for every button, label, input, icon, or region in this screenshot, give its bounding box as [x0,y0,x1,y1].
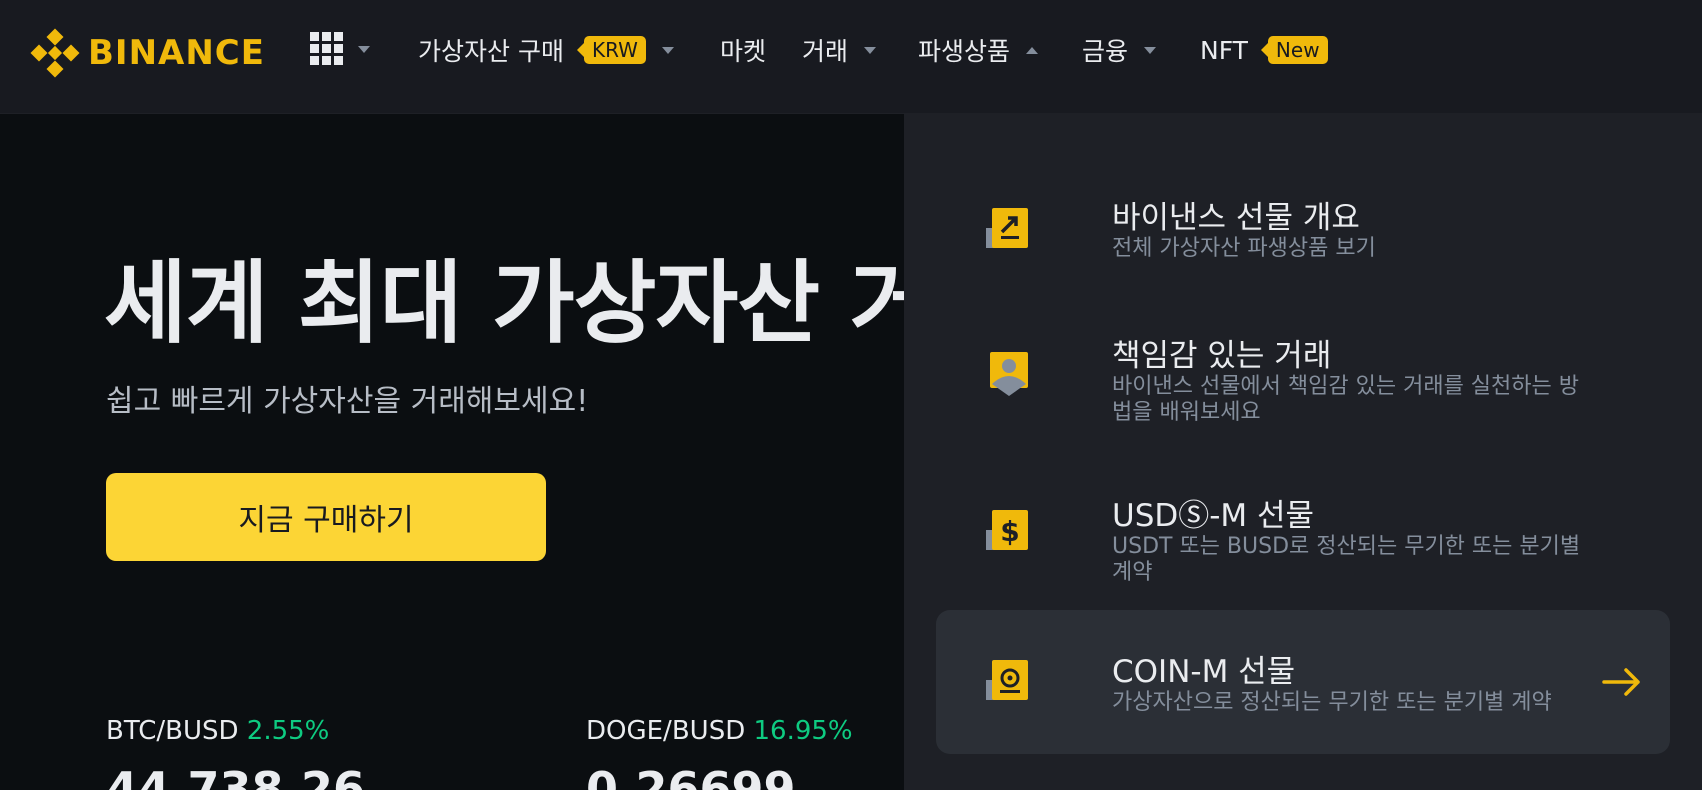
binance-logo-icon [30,28,80,78]
hero-title: 세계 최대 가상자산 거 [104,251,932,356]
menu-item-desc: 가상자산으로 정산되는 무기한 또는 분기별 계약 [1112,690,1552,715]
grid-icon [310,32,343,65]
ticker-pair: DOGE/BUSD [586,716,746,746]
coin-futures-icon [986,660,1028,700]
apps-menu-button[interactable] [310,32,370,66]
svg-text:$: $ [1000,515,1019,548]
ticker-doge[interactable]: DOGE/BUSD 16.95% [586,716,853,746]
arrow-right-icon [1602,668,1640,696]
ticker-pair: BTC/BUSD [106,716,239,746]
chevron-down-icon [864,46,877,54]
nav-nft[interactable]: NFT New [1200,0,1328,100]
nav-markets[interactable]: 마켓 [720,0,766,100]
chevron-up-icon [1026,46,1039,54]
ticker-doge-price: 0.26699 [586,762,796,790]
top-navbar: BINANCE 가상자산 구매 KRW 마켓 거래 파생상품 금융 NFT Ne… [0,0,1702,114]
menu-item-title: 책임감 있는 거래 [1112,338,1332,374]
ticker-change: 16.95% [753,716,853,746]
menu-item-title: COIN-M 선물 [1112,654,1296,690]
chevron-down-icon [1144,46,1157,54]
nav-trade-label: 거래 [802,37,849,66]
nav-derivatives-label: 파생상품 [918,37,1011,66]
hero-subtitle: 쉽고 빠르게 가상자산을 거래해보세요! [106,384,589,419]
menu-item-title: 바이낸스 선물 개요 [1112,200,1360,236]
menu-item-usd-m-futures[interactable]: $ USDⓈ-M 선물 USDT 또는 BUSD로 정산되는 무기한 또는 분기… [936,472,1670,602]
menu-item-desc: USDT 또는 BUSD로 정산되는 무기한 또는 분기별 계약 [1112,534,1581,585]
nav-finance-label: 금융 [1082,37,1129,66]
nav-finance[interactable]: 금융 [1082,0,1157,100]
chevron-down-icon [661,46,674,54]
menu-item-coin-m-futures[interactable]: COIN-M 선물 가상자산으로 정산되는 무기한 또는 분기별 계약 [936,610,1670,754]
futures-overview-icon [986,208,1028,248]
menu-item-futures-overview[interactable]: 바이낸스 선물 개요 전체 가상자산 파생상품 보기 [936,174,1670,294]
buy-now-button[interactable]: 지금 구매하기 [106,473,546,561]
menu-item-desc: 바이낸스 선물에서 책임감 있는 거래를 실천하는 방법을 배워보세요 [1112,374,1580,425]
binance-logo[interactable]: BINANCE [30,28,265,78]
menu-item-title: USDⓈ-M 선물 [1112,498,1315,534]
brand-name: BINANCE [88,33,265,73]
nav-nft-label: NFT [1200,35,1248,65]
nav-buy-crypto[interactable]: 가상자산 구매 KRW [418,0,674,100]
nav-derivatives[interactable]: 파생상품 [918,0,1039,100]
menu-item-desc: 전체 가상자산 파생상품 보기 [1112,236,1376,261]
krw-badge: KRW [576,36,646,64]
nav-trade[interactable]: 거래 [802,0,877,100]
ticker-btc-price: 44,738.26 [106,762,365,790]
menu-item-responsible-trading[interactable]: 책임감 있는 거래 바이낸스 선물에서 책임감 있는 거래를 실천하는 방법을 … [936,312,1670,442]
new-badge: New [1260,36,1328,64]
chevron-down-icon [358,45,370,53]
responsible-trading-icon [990,352,1028,396]
nav-markets-label: 마켓 [720,37,767,66]
ticker-change: 2.55% [246,716,330,746]
usd-futures-icon: $ [986,510,1028,550]
ticker-btc[interactable]: BTC/BUSD 2.55% [106,716,329,746]
nav-buy-crypto-label: 가상자산 구매 [418,37,564,66]
derivatives-dropdown: 바이낸스 선물 개요 전체 가상자산 파생상품 보기 책임감 있는 거래 바이낸… [904,114,1702,790]
